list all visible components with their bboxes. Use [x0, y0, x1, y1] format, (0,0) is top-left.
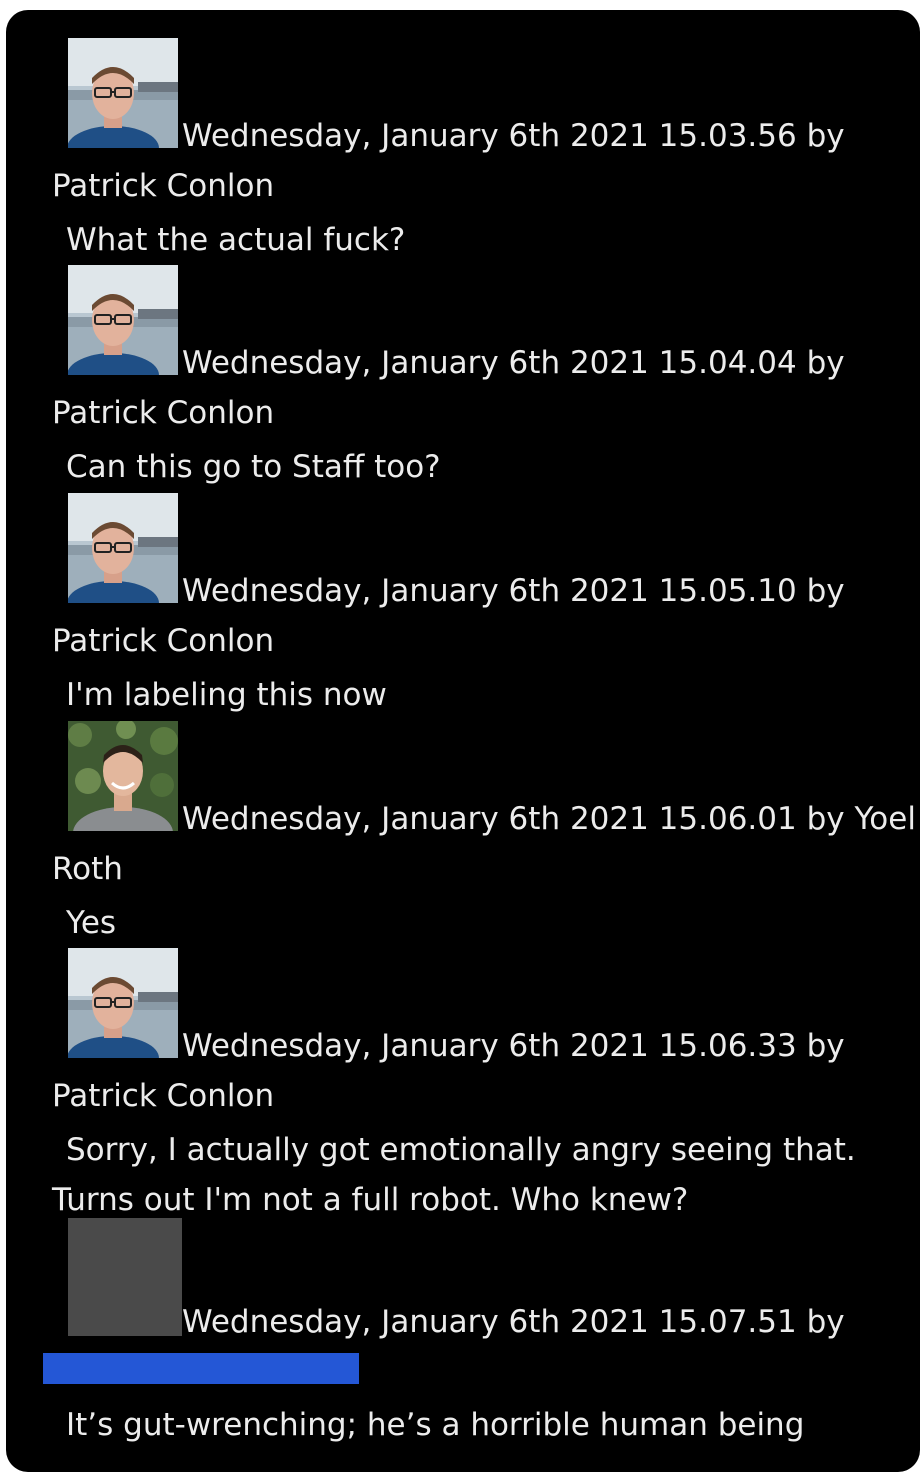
message-timestamp: Wednesday, January 6th 2021 15.06.01 by …: [182, 801, 916, 837]
user-photo-icon: [68, 38, 178, 148]
user-photo-icon: [68, 721, 178, 831]
avatar: [68, 265, 178, 375]
user-photo-icon: [68, 265, 178, 375]
avatar: [68, 493, 178, 603]
message-text: Yes: [66, 905, 117, 941]
message-timestamp: Wednesday, January 6th 2021 15.06.33 by: [182, 1028, 845, 1064]
chat-log-panel: Wednesday, January 6th 2021 15.03.56 by …: [6, 10, 920, 1472]
avatar: [68, 721, 178, 831]
redacted-author-bar: [43, 1353, 359, 1384]
message-author: Patrick Conlon: [52, 168, 275, 204]
user-photo-icon: [68, 493, 178, 603]
message-timestamp: Wednesday, January 6th 2021 15.03.56 by: [182, 118, 845, 154]
avatar: [68, 38, 178, 148]
message-timestamp: Wednesday, January 6th 2021 15.05.10 by: [182, 573, 845, 609]
message-timestamp: Wednesday, January 6th 2021 15.04.04 by: [182, 345, 845, 381]
message-text: It’s gut-wrenching; he’s a horrible huma…: [66, 1407, 805, 1443]
redacted-avatar: [68, 1218, 182, 1336]
message-text: Can this go to Staff too?: [66, 449, 441, 485]
message-text: I'm labeling this now: [66, 677, 387, 713]
message-author: Patrick Conlon: [52, 395, 275, 431]
message-author: Patrick Conlon: [52, 623, 275, 659]
message-author: Roth: [52, 851, 123, 887]
message-text: What the actual fuck?: [66, 222, 406, 258]
avatar: [68, 948, 178, 1058]
message-author: Patrick Conlon: [52, 1078, 275, 1114]
user-photo-icon: [68, 948, 178, 1058]
message-text: Sorry, I actually got emotionally angry …: [52, 1132, 856, 1218]
message-timestamp: Wednesday, January 6th 2021 15.07.51 by: [182, 1304, 845, 1340]
